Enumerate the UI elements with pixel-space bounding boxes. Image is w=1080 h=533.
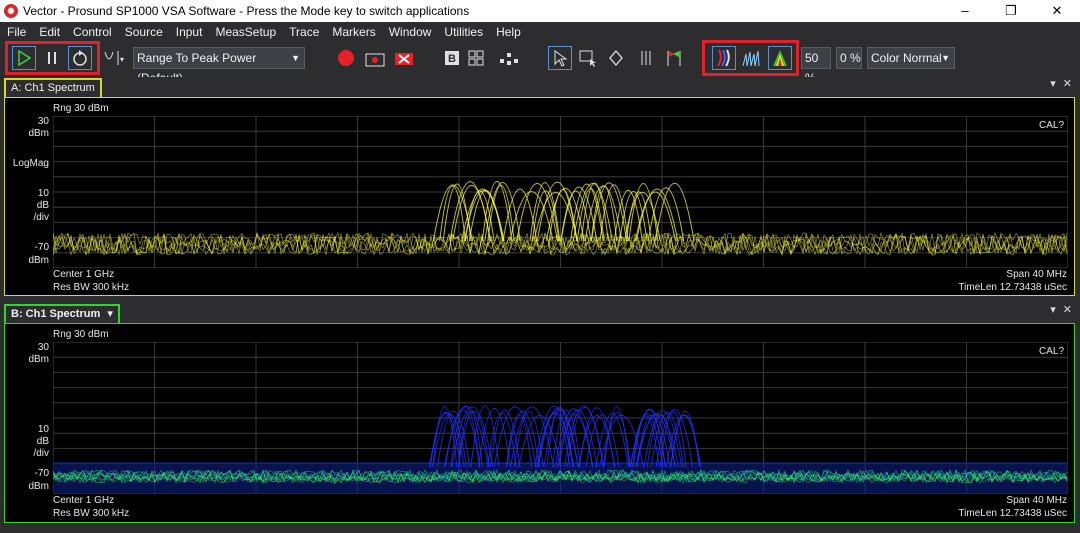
y-top-unit: dBm xyxy=(28,128,49,139)
color-select-value: Color Normal xyxy=(871,51,942,65)
color-select[interactable]: Color Normal ▼ xyxy=(867,47,955,69)
range-label: Rng 30 dBm xyxy=(53,103,109,114)
range-label: Rng 30 dBm xyxy=(53,329,109,340)
chevron-down-icon: ▼ xyxy=(941,53,950,63)
signal-trace xyxy=(452,185,491,242)
signal-trace xyxy=(439,185,466,242)
menu-help[interactable]: Help xyxy=(489,25,527,39)
persist-percent-field[interactable]: 50 % xyxy=(801,47,831,85)
signal-trace xyxy=(599,184,629,242)
signal-trace xyxy=(470,405,500,468)
diamond-icon[interactable] xyxy=(604,46,628,70)
menu-control[interactable]: Control xyxy=(66,25,118,39)
signal-trace xyxy=(619,191,648,242)
spectrum-trace-b xyxy=(53,342,1068,494)
pause-icon[interactable] xyxy=(40,46,64,70)
menu-file[interactable]: File xyxy=(0,25,32,39)
signal-trace xyxy=(502,188,538,242)
scale-value: 10 xyxy=(37,188,49,199)
persistence-icon[interactable] xyxy=(712,46,736,70)
restore-button[interactable]: ❐ xyxy=(988,0,1034,22)
chevron-down-icon[interactable]: ▾ xyxy=(1050,78,1056,90)
scale-div: /div xyxy=(33,212,49,223)
range-select[interactable]: Range To Peak Power (Default) ▼ xyxy=(133,47,305,85)
spectrum-trace-a xyxy=(53,116,1068,268)
panel-a-header: A: Ch1 Spectrum ▾ ✕ xyxy=(0,77,1080,97)
span-label: Span 40 MHz xyxy=(1006,495,1067,506)
panel-b-header: B: Ch1 Spectrum ▾ ▾ ✕ xyxy=(0,303,1080,323)
center-frequency: Center 1 GHz xyxy=(53,269,115,280)
scale-div: /div xyxy=(33,448,49,459)
close-icon[interactable]: ✕ xyxy=(1063,304,1072,316)
panel-b-controls: ▾ ✕ xyxy=(1050,303,1072,316)
y-top-value: 30 xyxy=(37,342,49,353)
y-top-unit: dBm xyxy=(28,354,49,365)
spectrum-plot-b[interactable]: Rng 30 dBm 30 dBm 10 dB /div -70 dBm CAL… xyxy=(4,323,1075,523)
y-top-value: 30 xyxy=(37,116,49,127)
spectrogram-icon[interactable] xyxy=(740,46,764,70)
layout-icon[interactable] xyxy=(466,46,490,70)
markers-icon[interactable] xyxy=(497,46,521,70)
menu-markers[interactable]: Markers xyxy=(325,25,381,39)
panel-a-controls: ▾ ✕ xyxy=(1050,77,1072,90)
tab-panel-a[interactable]: A: Ch1 Spectrum xyxy=(4,78,102,97)
clear-percent-field[interactable]: 0 % xyxy=(836,47,862,69)
scale-type: LogMag xyxy=(12,158,49,169)
signal-trace xyxy=(531,190,560,242)
pointer-icon[interactable] xyxy=(548,46,572,70)
flag-icon[interactable] xyxy=(662,46,686,70)
chevron-down-icon[interactable]: ▾ xyxy=(1050,304,1056,316)
toolbar: ▾ Range To Peak Power (Default) ▼ B xyxy=(0,40,1080,85)
spectrum-plot-a[interactable]: Rng 30 dBm 30 dBm LogMag 10 dB /div -70 … xyxy=(4,97,1075,296)
y-bottom-value: -70 xyxy=(34,242,49,253)
capture-icon[interactable] xyxy=(363,46,387,70)
center-frequency: Center 1 GHz xyxy=(53,495,115,506)
resolution-bandwidth: Res BW 300 kHz xyxy=(53,282,130,293)
y-bottom-unit: dBm xyxy=(28,481,49,492)
menu-meassetup[interactable]: MeasSetup xyxy=(208,25,282,39)
bars-icon[interactable] xyxy=(634,46,658,70)
menu-bar: File Edit Control Source Input MeasSetup… xyxy=(0,22,1080,41)
chevron-down-icon[interactable]: ▾ xyxy=(107,308,113,320)
b-icon[interactable]: B xyxy=(440,46,464,70)
svg-text:B: B xyxy=(448,53,456,65)
timelen-label: TimeLen 12.73438 uSec xyxy=(958,282,1067,293)
menu-edit[interactable]: Edit xyxy=(32,25,66,39)
zoom-icon[interactable] xyxy=(576,46,600,70)
autoscale-icon[interactable]: ▾ xyxy=(103,46,127,70)
clear-percent-value: 0 % xyxy=(840,51,861,65)
span-label: Span 40 MHz xyxy=(1006,269,1067,280)
panel-b-title: B: Ch1 Spectrum xyxy=(11,308,101,320)
menu-input[interactable]: Input xyxy=(169,25,209,39)
window-title: Vector - Prosund SP1000 VSA Software - P… xyxy=(23,4,470,18)
density-icon[interactable] xyxy=(768,46,792,70)
menu-trace[interactable]: Trace xyxy=(282,25,325,39)
minimize-button[interactable]: – xyxy=(942,0,988,22)
timelen-label: TimeLen 12.73438 uSec xyxy=(958,508,1067,519)
y-bottom-value: -70 xyxy=(34,468,49,479)
record-icon[interactable] xyxy=(334,46,358,70)
scale-unit: dB xyxy=(36,200,49,211)
panel-a-title: A: Ch1 Spectrum xyxy=(11,82,95,94)
title-bar: ◉ Vector - Prosund SP1000 VSA Software -… xyxy=(0,0,1080,22)
chevron-down-icon: ▼ xyxy=(291,53,300,63)
play-icon[interactable] xyxy=(12,46,36,70)
close-icon[interactable]: ✕ xyxy=(1063,78,1072,90)
app-logo-icon: ◉ xyxy=(4,4,18,18)
svg-text:▾: ▾ xyxy=(120,55,124,64)
tab-panel-b[interactable]: B: Ch1 Spectrum ▾ xyxy=(4,304,120,323)
close-button[interactable]: ✕ xyxy=(1034,0,1080,22)
menu-utilities[interactable]: Utilities xyxy=(437,25,489,39)
y-bottom-unit: dBm xyxy=(28,255,49,266)
stop-capture-icon[interactable] xyxy=(392,46,416,70)
signal-trace xyxy=(602,412,631,468)
scale-value: 10 xyxy=(37,424,49,435)
menu-window[interactable]: Window xyxy=(382,25,438,39)
menu-source[interactable]: Source xyxy=(118,25,169,39)
restart-icon[interactable] xyxy=(68,46,92,70)
resolution-bandwidth: Res BW 300 kHz xyxy=(53,508,130,519)
scale-unit: dB xyxy=(36,436,49,447)
